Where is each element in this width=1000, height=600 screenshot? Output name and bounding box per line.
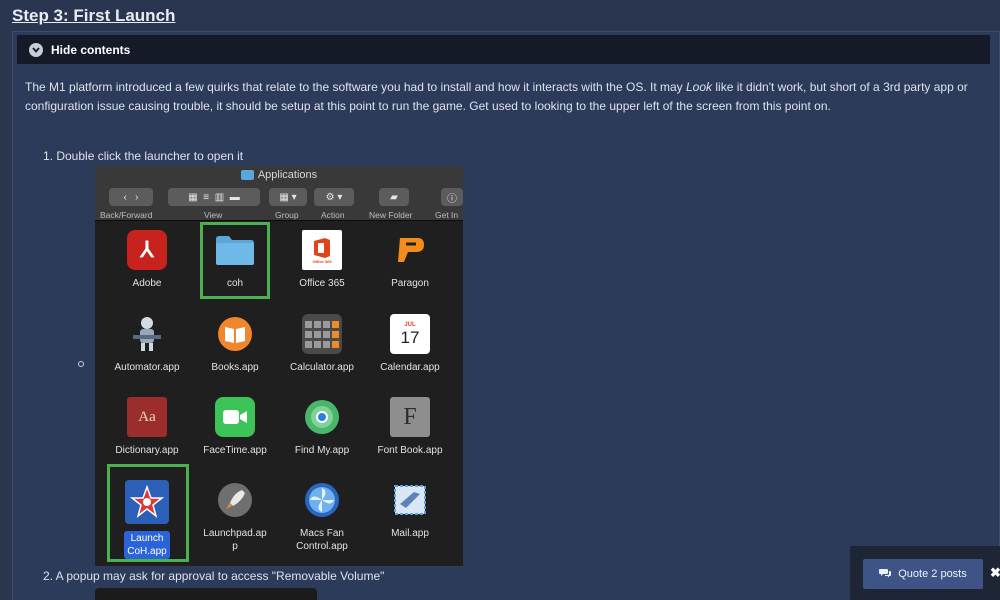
office-icon: Office 365 bbox=[302, 230, 342, 270]
app-dictionary: Aa Dictionary.app bbox=[105, 397, 189, 457]
comments-icon bbox=[879, 568, 892, 581]
intro-paragraph: The M1 platform introduced a few quirks … bbox=[25, 80, 968, 113]
next-screenshot-top bbox=[95, 588, 317, 600]
paragon-icon bbox=[390, 230, 430, 270]
close-icon[interactable]: ✖ bbox=[990, 565, 1000, 581]
app-office-365: Office 365 Office 365 bbox=[280, 230, 364, 290]
quote-posts-button[interactable]: Quote 2 posts bbox=[863, 559, 983, 589]
get-info-button: ⓘ bbox=[441, 188, 463, 206]
action-label: Action bbox=[321, 210, 345, 220]
view-mode-buttons: ▦ ≡ ▥ ▬ bbox=[168, 188, 260, 206]
gallery-view-icon: ▬ bbox=[229, 191, 240, 203]
emphasis-look: Look bbox=[686, 80, 713, 94]
app-calculator: Calculator.app bbox=[280, 314, 364, 374]
calendar-icon: JUL 17 bbox=[390, 314, 430, 354]
fontbook-icon: F bbox=[390, 397, 430, 437]
app-automator: Automator.app bbox=[105, 314, 189, 374]
column-view-icon: ▥ bbox=[214, 191, 225, 203]
new-folder-button: ▰ bbox=[379, 188, 409, 206]
step-title: Step 3: First Launch bbox=[12, 6, 176, 25]
action-button: ⚙ ▾ bbox=[314, 188, 354, 206]
findmy-icon bbox=[302, 397, 342, 437]
quote-posts-label: Quote 2 posts bbox=[898, 568, 967, 580]
back-forward-label: Back/Forward bbox=[100, 210, 153, 220]
launchpad-icon bbox=[215, 480, 255, 520]
highlight-coh-folder bbox=[200, 222, 270, 299]
chevron-left-icon: ‹ bbox=[123, 191, 127, 203]
new-folder-icon: ▰ bbox=[390, 191, 398, 203]
automator-icon bbox=[127, 314, 167, 354]
list-view-icon: ≡ bbox=[203, 191, 210, 203]
hide-contents-label: Hide contents bbox=[51, 42, 131, 57]
app-paragon: Paragon bbox=[368, 230, 452, 290]
dictionary-icon: Aa bbox=[127, 397, 167, 437]
app-macs-fan-control: Macs Fan Control.app bbox=[280, 480, 364, 553]
highlight-launch-coh bbox=[107, 464, 189, 562]
app-books: Books.app bbox=[193, 314, 277, 374]
group-button: ▦ ▾ bbox=[269, 188, 307, 206]
finder-toolbar: Applications ‹ › ▦ ≡ ▥ ▬ ▦ ▾ ⚙ ▾ ▰ ⓘ Bac… bbox=[95, 166, 463, 221]
sub-list-bullet bbox=[78, 361, 84, 367]
app-mail: Mail.app bbox=[368, 480, 452, 540]
get-info-label: Get In bbox=[435, 210, 459, 220]
app-find-my: Find My.app bbox=[280, 397, 364, 457]
group-icon: ▦ ▾ bbox=[279, 191, 297, 203]
window-title: Applications bbox=[95, 169, 463, 181]
fan-icon bbox=[302, 480, 342, 520]
list-item-step-1: 1. Double click the launcher to open it bbox=[43, 149, 244, 163]
gear-icon: ⚙ ▾ bbox=[325, 191, 343, 203]
app-launchpad: Launchpad.ap p bbox=[193, 480, 277, 553]
chevron-right-icon: › bbox=[135, 191, 139, 203]
new-folder-label: New Folder bbox=[369, 210, 413, 220]
finder-screenshot: Applications ‹ › ▦ ≡ ▥ ▬ ▦ ▾ ⚙ ▾ ▰ ⓘ Bac… bbox=[95, 166, 463, 566]
facetime-icon bbox=[215, 397, 255, 437]
books-icon bbox=[215, 314, 255, 354]
hide-contents-toggle[interactable]: Hide contents bbox=[17, 35, 990, 64]
view-label: View bbox=[204, 210, 223, 220]
app-adobe: ⅄ Adobe bbox=[105, 230, 189, 290]
info-icon: ⓘ bbox=[447, 193, 457, 205]
app-calendar: JUL 17 Calendar.app bbox=[368, 314, 452, 374]
app-font-book: F Font Book.app bbox=[368, 397, 452, 457]
chevron-down-icon bbox=[29, 42, 43, 57]
adobe-icon: ⅄ bbox=[127, 230, 167, 270]
app-facetime: FaceTime.app bbox=[193, 397, 277, 457]
calculator-icon bbox=[302, 314, 342, 354]
mail-icon bbox=[390, 480, 430, 520]
group-label: Group bbox=[275, 210, 299, 220]
back-forward-buttons: ‹ › bbox=[109, 188, 153, 206]
list-item-step-2: 2. A popup may ask for approval to acces… bbox=[43, 569, 385, 583]
folder-icon bbox=[240, 170, 254, 180]
grid-view-icon: ▦ bbox=[188, 191, 198, 203]
